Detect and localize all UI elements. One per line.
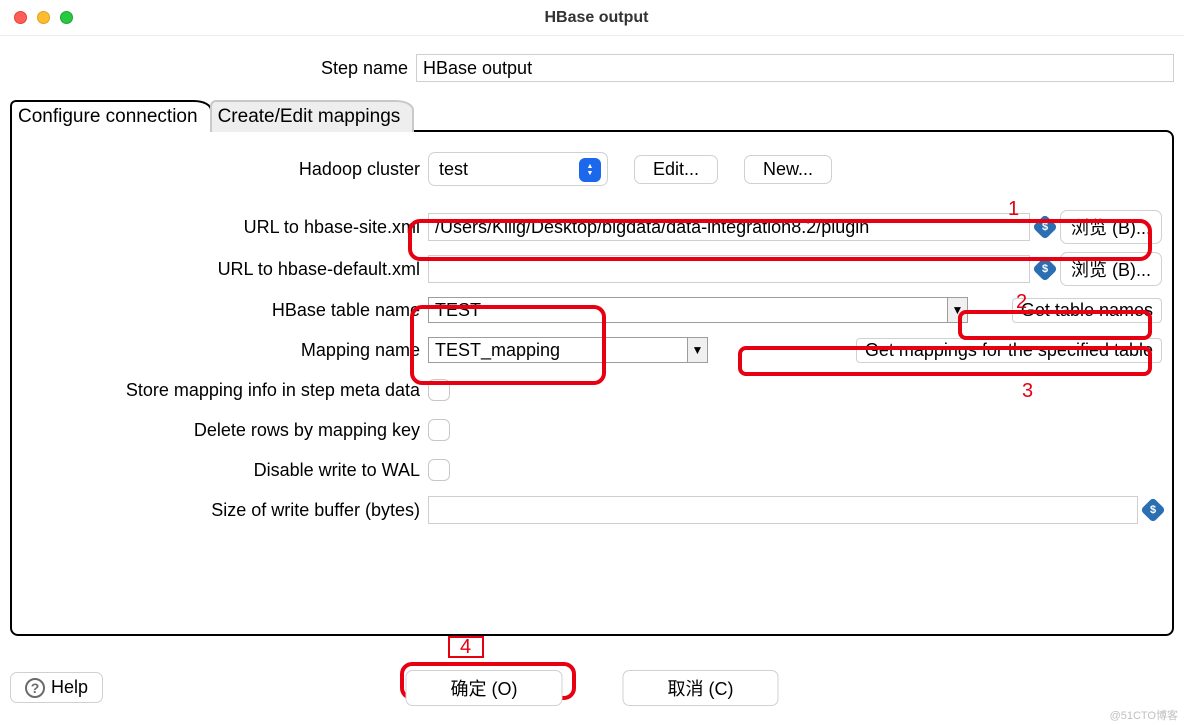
browse-hbase-default-button[interactable]: 浏览 (B)...	[1060, 252, 1162, 286]
dropdown-icon: ▼	[947, 298, 967, 322]
delete-rows-label: Delete rows by mapping key	[22, 420, 428, 441]
hbase-site-input[interactable]	[428, 213, 1030, 241]
variable-icon[interactable]: $	[1032, 214, 1057, 239]
store-meta-checkbox[interactable]	[428, 379, 450, 401]
dropdown-icon: ▼	[687, 338, 707, 362]
titlebar: HBase output	[0, 0, 1184, 36]
delete-rows-checkbox[interactable]	[428, 419, 450, 441]
buffer-size-input[interactable]	[428, 496, 1138, 524]
buffer-size-label: Size of write buffer (bytes)	[22, 500, 428, 521]
tab-panel: Hadoop cluster test ▲▼ Edit... New... UR…	[10, 130, 1174, 636]
mapping-name-value: TEST_mapping	[435, 340, 560, 361]
hbase-default-label: URL to hbase-default.xml	[22, 259, 428, 280]
tab-configure-connection[interactable]: Configure connection	[10, 100, 212, 132]
tab-create-edit-mappings[interactable]: Create/Edit mappings	[210, 100, 415, 132]
ok-button[interactable]: 确定 (O)	[406, 670, 563, 706]
annotation-1: 1	[1008, 198, 1019, 221]
table-name-combo[interactable]: TEST ▼	[428, 297, 968, 323]
hadoop-cluster-select[interactable]: test ▲▼	[428, 152, 608, 186]
help-icon: ?	[25, 678, 45, 698]
cancel-button[interactable]: 取消 (C)	[623, 670, 779, 706]
store-meta-label: Store mapping info in step meta data	[22, 380, 428, 401]
close-icon[interactable]	[14, 11, 27, 24]
annotation-2: 2	[1016, 291, 1027, 314]
step-name-label: Step name	[10, 58, 416, 79]
variable-icon[interactable]: $	[1032, 256, 1057, 281]
get-mappings-button[interactable]: Get mappings for the specified table	[856, 338, 1162, 363]
help-button[interactable]: ? Help	[10, 672, 103, 703]
annotation-3: 3	[1022, 380, 1033, 403]
hbase-default-input[interactable]	[428, 255, 1030, 283]
minimize-icon[interactable]	[37, 11, 50, 24]
table-name-value: TEST	[435, 300, 481, 321]
disable-wal-checkbox[interactable]	[428, 459, 450, 481]
window-controls	[14, 11, 73, 24]
maximize-icon[interactable]	[60, 11, 73, 24]
variable-icon[interactable]: $	[1140, 497, 1165, 522]
annotation-4: 4	[460, 636, 471, 659]
hbase-site-label: URL to hbase-site.xml	[22, 217, 428, 238]
edit-cluster-button[interactable]: Edit...	[634, 155, 718, 184]
window-title: HBase output	[73, 9, 1120, 27]
get-table-names-button[interactable]: Get table names	[1012, 298, 1162, 323]
step-name-input[interactable]	[416, 54, 1174, 82]
hadoop-cluster-label: Hadoop cluster	[22, 159, 428, 180]
hadoop-cluster-value: test	[439, 159, 468, 180]
mapping-name-combo[interactable]: TEST_mapping ▼	[428, 337, 708, 363]
help-label: Help	[51, 677, 88, 698]
new-cluster-button[interactable]: New...	[744, 155, 832, 184]
disable-wal-label: Disable write to WAL	[22, 460, 428, 481]
table-name-label: HBase table name	[22, 300, 428, 321]
watermark: @51CTO博客	[1110, 707, 1178, 723]
browse-hbase-site-button[interactable]: 浏览 (B)...	[1060, 210, 1162, 244]
chevron-updown-icon: ▲▼	[579, 158, 601, 182]
mapping-name-label: Mapping name	[22, 340, 428, 361]
